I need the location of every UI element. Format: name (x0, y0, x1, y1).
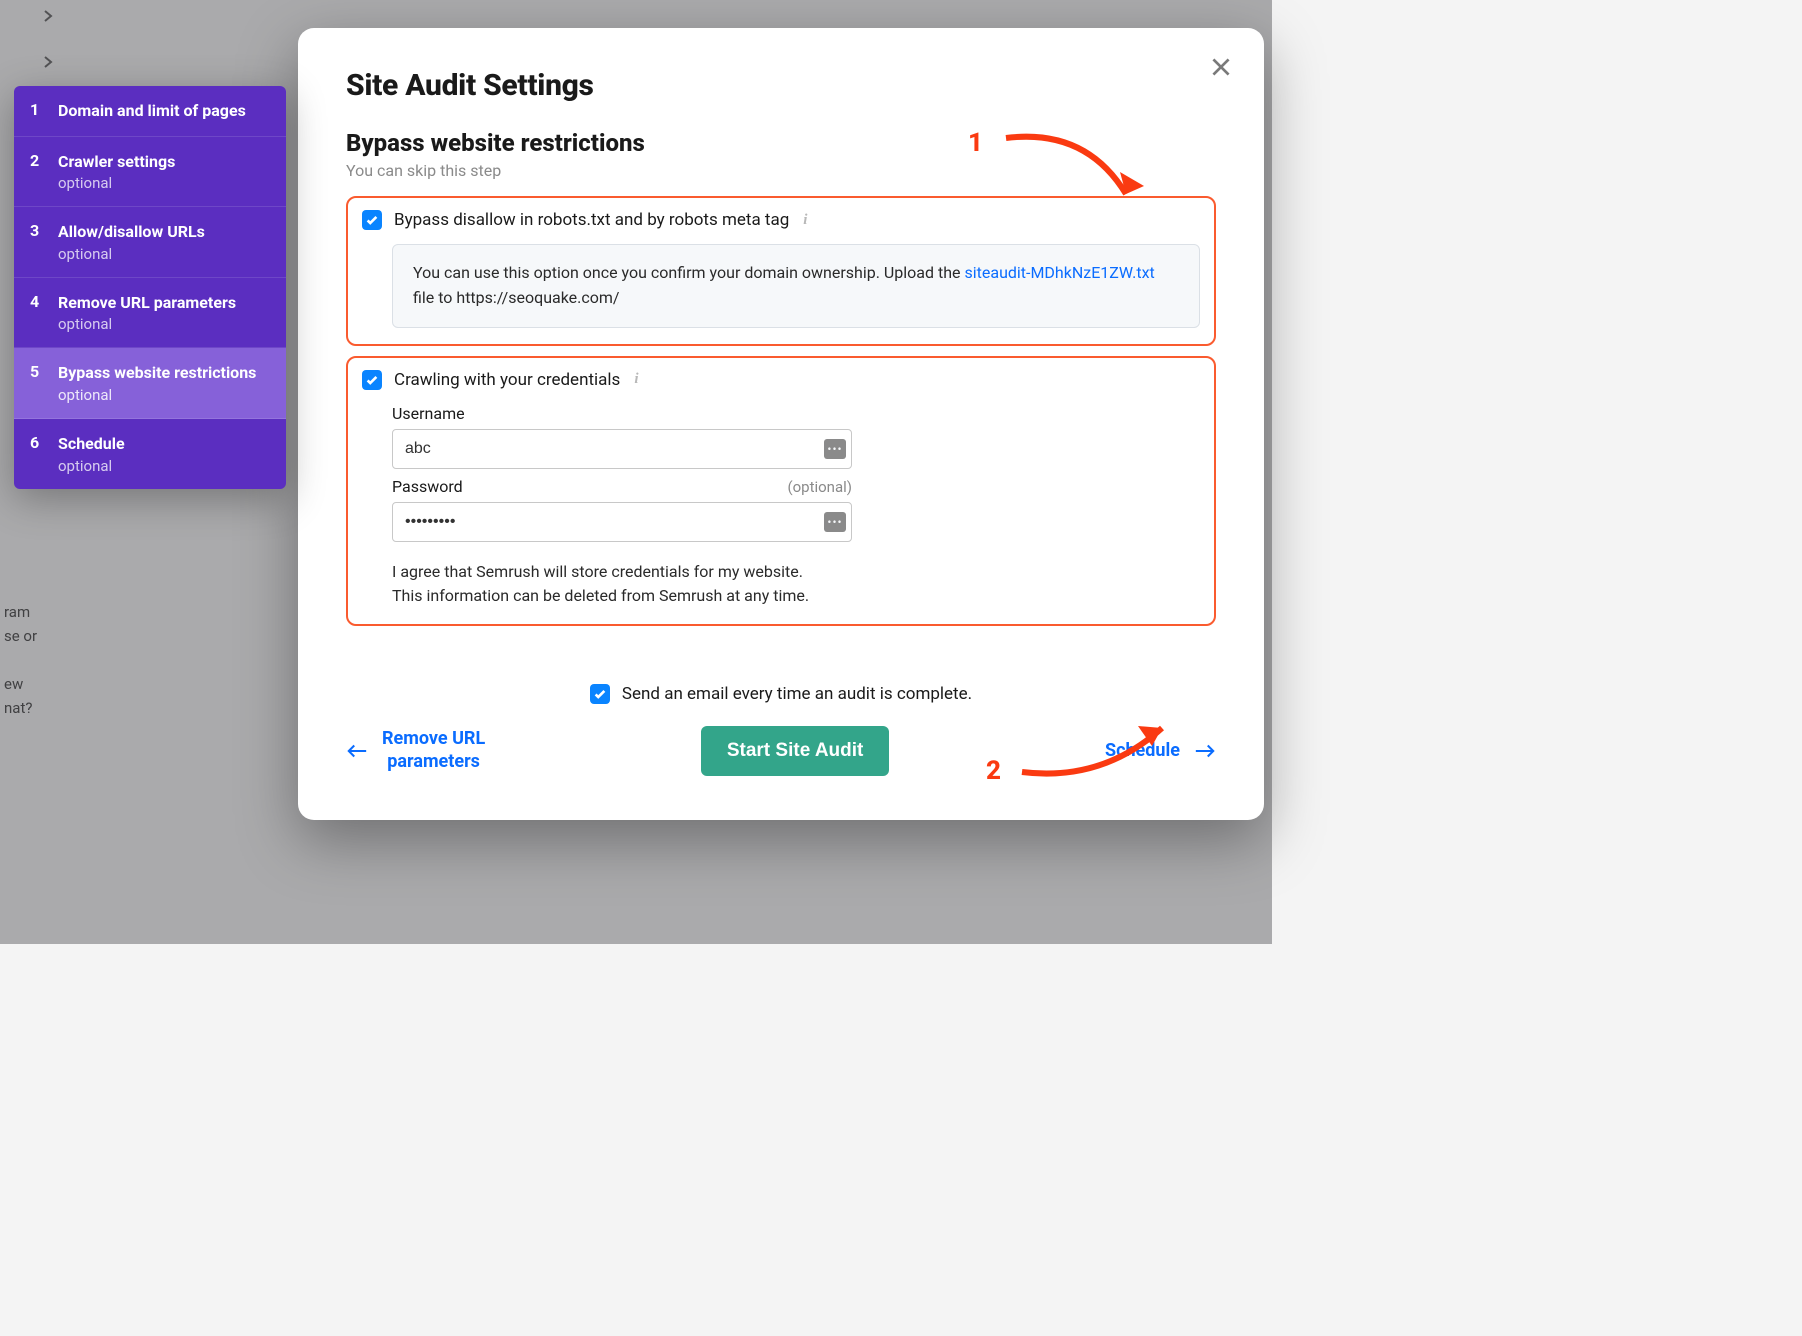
step-subtitle: optional (58, 174, 268, 192)
credentials-section: Crawling with your credentials i Usernam… (346, 356, 1216, 626)
step-title: Allow/disallow URLs (58, 221, 268, 243)
step-title: Remove URL parameters (58, 292, 268, 314)
section-heading: Bypass website restrictions (346, 129, 1216, 157)
sidebar-step-2[interactable]: 2 Crawler settings optional (14, 137, 286, 208)
bypass-robots-section: Bypass disallow in robots.txt and by rob… (346, 196, 1216, 346)
password-label: Password (392, 477, 463, 496)
info-icon[interactable]: i (803, 212, 807, 229)
step-subtitle: optional (58, 245, 268, 263)
step-title: Domain and limit of pages (58, 100, 268, 122)
prev-step-label: Remove URLparameters (382, 728, 485, 773)
next-step-label: Schedule (1105, 740, 1180, 761)
next-step-link[interactable]: Schedule (1105, 740, 1216, 761)
input-keystore-icon[interactable]: ••• (824, 439, 846, 459)
arrow-right-icon (1194, 742, 1216, 760)
sidebar-step-4[interactable]: 4 Remove URL parameters optional (14, 278, 286, 349)
sidebar-step-6[interactable]: 6 Schedule optional (14, 419, 286, 489)
bypass-robots-label: Bypass disallow in robots.txt and by rob… (394, 210, 789, 230)
start-audit-button[interactable]: Start Site Audit (701, 726, 890, 776)
ownership-hint: You can use this option once you confirm… (392, 244, 1200, 328)
step-title: Bypass website restrictions (58, 362, 268, 384)
step-subtitle: optional (58, 457, 268, 475)
step-number: 6 (30, 433, 58, 475)
username-input[interactable] (392, 429, 852, 469)
verification-file-link[interactable]: siteaudit-MDhkNzE1ZW.txt (965, 263, 1155, 282)
step-subtitle: optional (58, 386, 268, 404)
close-icon[interactable] (1208, 54, 1234, 84)
arrow-left-icon (346, 742, 368, 760)
prev-step-link[interactable]: Remove URLparameters (346, 728, 485, 773)
username-label: Username (392, 404, 465, 423)
step-number: 3 (30, 221, 58, 263)
modal-title: Site Audit Settings (346, 68, 1216, 103)
credentials-checkbox[interactable] (362, 370, 382, 390)
input-keystore-icon[interactable]: ••• (824, 512, 846, 532)
section-subheading: You can skip this step (346, 161, 1216, 180)
credentials-label: Crawling with your credentials (394, 370, 620, 390)
email-notify-label: Send an email every time an audit is com… (622, 684, 972, 704)
step-number: 1 (30, 100, 58, 122)
step-title: Schedule (58, 433, 268, 455)
password-optional-tag: (optional) (787, 478, 852, 496)
sidebar-step-5[interactable]: 5 Bypass website restrictions optional (14, 348, 286, 419)
password-input[interactable] (392, 502, 852, 542)
wizard-sidebar: 1 Domain and limit of pages 2 Crawler se… (14, 86, 286, 489)
bypass-robots-checkbox[interactable] (362, 210, 382, 230)
step-subtitle: optional (58, 315, 268, 333)
email-notify-checkbox[interactable] (590, 684, 610, 704)
credentials-agree-text: I agree that Semrush will store credenti… (392, 560, 812, 608)
step-number: 5 (30, 362, 58, 404)
settings-modal: Site Audit Settings Bypass website restr… (298, 28, 1264, 820)
info-icon[interactable]: i (634, 371, 638, 388)
step-number: 2 (30, 151, 58, 193)
sidebar-step-1[interactable]: 1 Domain and limit of pages (14, 86, 286, 137)
sidebar-step-3[interactable]: 3 Allow/disallow URLs optional (14, 207, 286, 278)
step-number: 4 (30, 292, 58, 334)
step-title: Crawler settings (58, 151, 268, 173)
